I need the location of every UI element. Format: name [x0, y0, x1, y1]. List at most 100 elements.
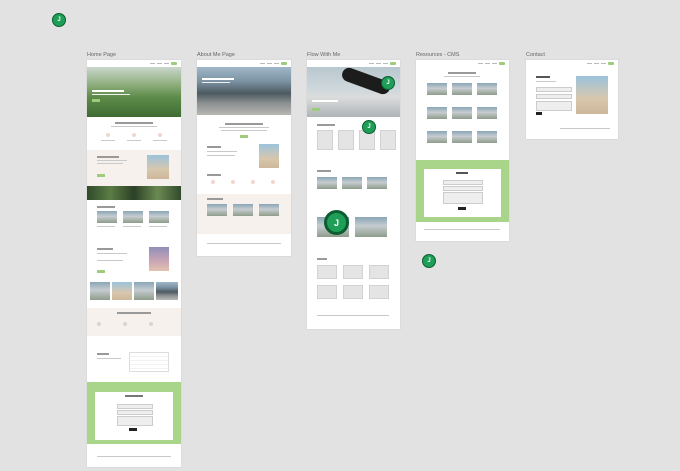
about-offering-image-2	[233, 204, 253, 216]
about-story-text-2	[207, 155, 235, 156]
home-testimonial-avatar-1	[97, 322, 101, 326]
frame-about-me-page[interactable]	[197, 60, 291, 256]
collaborator-cursor-flow-classes: J	[362, 120, 376, 134]
home-why-text-2	[97, 260, 123, 261]
about-story-text	[207, 151, 237, 152]
home-strip-image-4	[156, 282, 178, 300]
resources-footer	[424, 229, 500, 230]
cursor-initial: J	[386, 80, 390, 86]
cursor-initial: J	[333, 217, 339, 228]
home-strip-image-1	[90, 282, 110, 300]
home-hero-image	[87, 67, 181, 117]
contact-submit	[536, 112, 542, 115]
about-story-title	[207, 146, 221, 148]
about-value-icon-2	[231, 180, 235, 184]
flow-class-placeholder-2	[338, 130, 354, 150]
resources-subtitle	[444, 76, 480, 77]
resources-card-image-4	[427, 107, 447, 119]
flow-sessions-title	[317, 170, 331, 172]
cursor-initial: J	[427, 258, 431, 264]
resources-contact-message	[443, 192, 483, 204]
about-story-image	[259, 144, 279, 168]
home-feature-icon-3	[158, 133, 162, 137]
flow-session-image-3	[367, 177, 387, 189]
cursor-initial: J	[57, 17, 61, 23]
frame-home-page[interactable]	[87, 60, 181, 467]
frame-label-flow[interactable]: Flow With Me	[307, 52, 340, 58]
frame-resources-cms[interactable]	[416, 60, 509, 241]
flow-gallery-placeholder-6	[369, 285, 389, 299]
collaborator-cursor-flow-sessions: J	[324, 210, 349, 235]
home-strip-image-2	[112, 282, 132, 300]
home-hero-heading	[92, 90, 124, 92]
frame-label-resources[interactable]: Resources - CMS	[416, 52, 459, 58]
flow-session-image-2	[342, 177, 362, 189]
resources-card-image-1	[427, 83, 447, 95]
about-offering-image-1	[207, 204, 227, 216]
flow-gallery-placeholder-5	[343, 285, 363, 299]
resources-card-image-9	[477, 131, 497, 143]
resources-card-image-5	[452, 107, 472, 119]
home-intro-title	[115, 122, 153, 124]
collaborator-cursor-flow-hero: J	[381, 76, 395, 90]
flow-session-image-1	[317, 177, 337, 189]
contact-field-1	[536, 87, 572, 92]
home-contact-message	[117, 416, 153, 426]
resources-card-image-8	[452, 131, 472, 143]
home-about-title	[97, 156, 119, 158]
home-faq-text	[97, 358, 121, 359]
home-about-text-2	[97, 163, 123, 164]
home-contact-submit	[129, 428, 137, 431]
about-hero-heading	[202, 78, 234, 80]
resources-card-image-7	[427, 131, 447, 143]
home-nav	[87, 60, 181, 67]
home-about-image	[147, 155, 169, 179]
frame-label-home[interactable]: Home Page	[87, 52, 116, 58]
flow-class-placeholder-4	[380, 130, 396, 150]
home-palm-banner	[87, 186, 181, 200]
flow-gallery-placeholder-3	[369, 265, 389, 279]
flow-footer	[317, 315, 389, 316]
resources-contact-field-1	[443, 180, 483, 185]
contact-field-2	[536, 94, 572, 99]
flow-class-placeholder-1	[317, 130, 333, 150]
contact-image	[576, 76, 608, 114]
home-gallery-caption-3	[149, 226, 167, 227]
frame-flow-with-me[interactable]	[307, 60, 400, 329]
home-faq-title	[97, 353, 109, 355]
flow-nav	[307, 60, 400, 67]
flow-gallery-title	[317, 258, 327, 260]
about-offering-image-3	[259, 204, 279, 216]
home-why-image	[149, 247, 169, 271]
home-feature-text-3	[153, 140, 167, 141]
contact-nav	[526, 60, 618, 67]
home-why-button	[97, 270, 105, 273]
resources-contact-field-2	[443, 186, 483, 191]
frame-label-contact[interactable]: Contact	[526, 52, 545, 58]
contact-title	[536, 76, 550, 78]
about-hero-image	[197, 67, 291, 115]
flow-gallery-placeholder-2	[343, 265, 363, 279]
home-why-title	[97, 248, 113, 250]
home-gallery-image-1	[97, 211, 117, 223]
home-feature-text-2	[127, 140, 141, 141]
frame-label-about[interactable]: About Me Page	[197, 52, 235, 58]
flow-gallery-placeholder-1	[317, 265, 337, 279]
resources-title	[448, 72, 476, 74]
frame-contact[interactable]	[526, 60, 618, 139]
collaborator-cursor-top: J	[52, 13, 66, 27]
home-why-text	[97, 253, 127, 254]
flow-hero-button	[312, 108, 320, 111]
home-gallery-caption-1	[97, 226, 115, 227]
about-values-title	[207, 174, 221, 176]
home-about-button	[97, 174, 105, 177]
home-faq-table	[129, 352, 169, 372]
about-intro-text-2	[221, 130, 267, 131]
about-intro-button	[240, 135, 248, 138]
flow-classes-title	[317, 124, 335, 126]
home-testimonials-title	[117, 312, 151, 314]
home-intro-text	[111, 126, 157, 127]
contact-message	[536, 101, 572, 111]
resources-card-image-2	[452, 83, 472, 95]
cursor-initial: J	[367, 124, 371, 130]
